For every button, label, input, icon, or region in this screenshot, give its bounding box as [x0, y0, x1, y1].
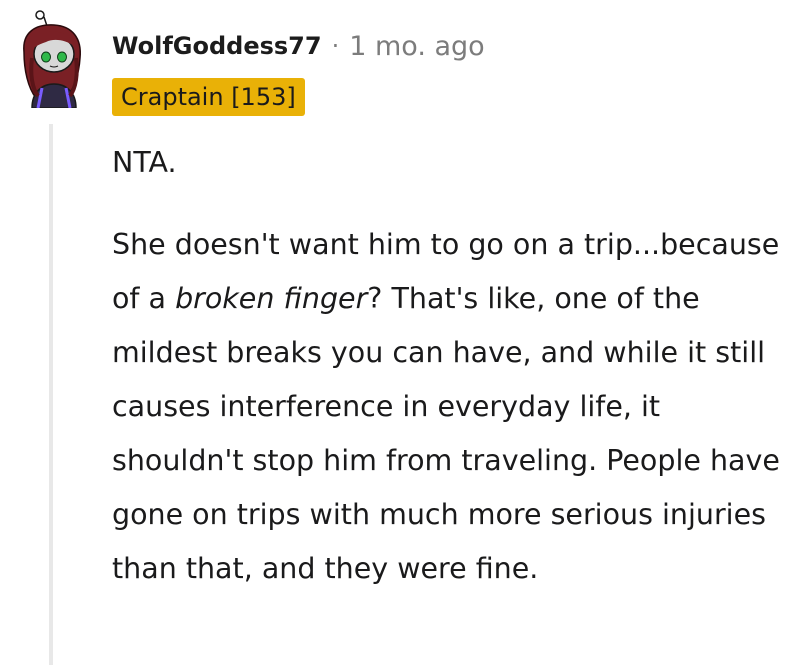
comment-timestamp[interactable]: 1 mo. ago: [349, 31, 484, 62]
comment-body: NTA. She doesn't want him to go on a tri…: [112, 136, 782, 624]
comment-paragraph: She doesn't want him to go on a trip...b…: [112, 218, 782, 596]
author-username[interactable]: WolfGoddess77: [112, 32, 322, 60]
user-flair-badge: Craptain [153]: [112, 78, 305, 116]
user-avatar-icon[interactable]: [8, 8, 96, 108]
comment-paragraph: NTA.: [112, 146, 177, 179]
meta-separator: ·: [331, 32, 340, 60]
comment-text: ? That's like, one of the mildest breaks…: [112, 282, 780, 585]
comment-emphasis: broken finger: [175, 282, 368, 315]
comment-meta: WolfGoddess77 · 1 mo. ago: [112, 28, 485, 64]
thread-line[interactable]: [49, 124, 53, 665]
